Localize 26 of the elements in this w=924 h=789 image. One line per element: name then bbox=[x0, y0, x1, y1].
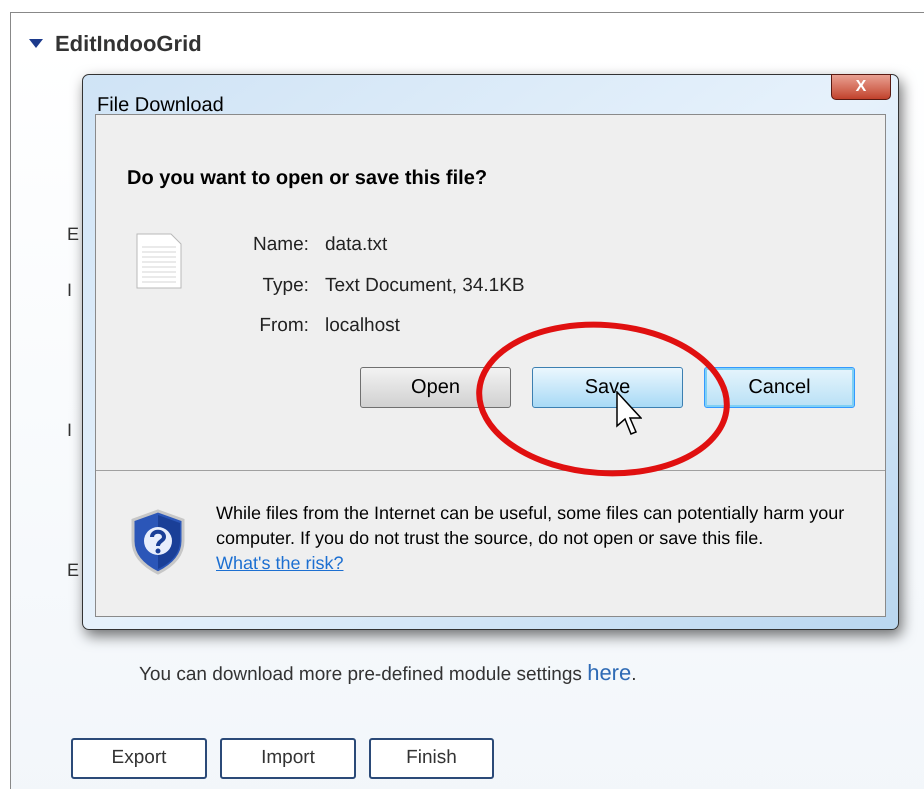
dialog-button[interactable]: Cancel bbox=[704, 366, 855, 408]
risk-link[interactable]: What's the risk? bbox=[216, 553, 344, 573]
dialog-button[interactable]: Open bbox=[360, 366, 511, 408]
text-document-icon bbox=[135, 233, 183, 289]
security-warning: While files from the Internet can be useful, some files can potentially harm your computer. If you do not trust the source, do not open or save this file. What's the risk? bbox=[216, 502, 846, 575]
field-label: I bbox=[67, 419, 72, 442]
here-link[interactable]: here bbox=[587, 660, 632, 685]
info-value: localhost bbox=[324, 314, 401, 338]
info-label: From: bbox=[258, 314, 309, 338]
download-note: You can download more pre-defined module settings here. bbox=[139, 659, 637, 687]
window-title: File Download bbox=[97, 93, 224, 118]
field-label: E bbox=[67, 559, 80, 582]
field-label: I bbox=[67, 279, 72, 302]
info-value: Text Document, 34.1KB bbox=[324, 274, 525, 298]
info-label: Name: bbox=[253, 233, 309, 257]
page-button[interactable]: Import bbox=[220, 738, 356, 779]
info-label: Type: bbox=[261, 274, 309, 298]
page-button[interactable]: Finish bbox=[369, 738, 494, 779]
page-button[interactable]: Export bbox=[71, 738, 207, 779]
info-value: data.txt bbox=[324, 233, 388, 257]
field-label: E bbox=[67, 223, 80, 246]
collapse-triangle-icon[interactable] bbox=[29, 38, 43, 48]
dialog-question: Do you want to open or save this file? bbox=[127, 166, 488, 191]
security-shield-icon bbox=[130, 509, 186, 575]
section-heading: EditIndooGrid bbox=[55, 30, 202, 58]
dialog-button[interactable]: Save bbox=[532, 366, 683, 408]
